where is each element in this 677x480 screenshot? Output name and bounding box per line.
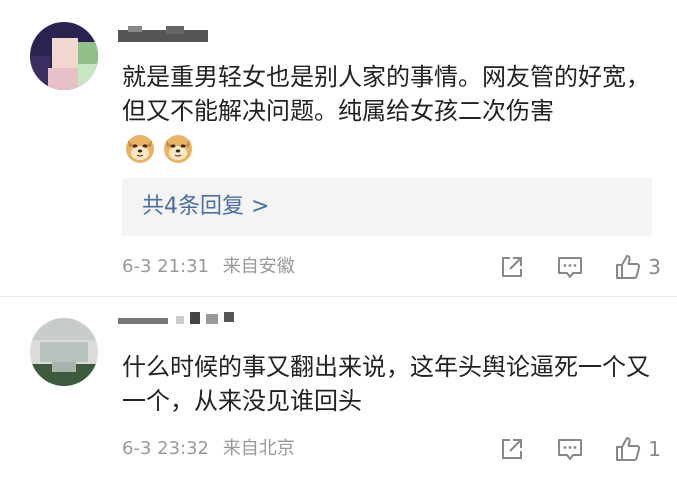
share-icon xyxy=(502,257,523,277)
like-count: 3 xyxy=(648,255,661,279)
doge-icon xyxy=(162,132,194,164)
comment-actions: 1 xyxy=(468,432,661,466)
view-replies-link[interactable]: 共4条回复 > xyxy=(142,192,269,222)
comment-date: 6-3 21:31 xyxy=(122,256,209,277)
comment-icon xyxy=(558,257,583,278)
thumbs-up-icon xyxy=(616,255,641,279)
comment-item: 就是重男轻女也是别人家的事情。网友管的好宽，但又不能解决问题。纯属给女孩二次伤害 xyxy=(0,0,677,300)
reply-button[interactable] xyxy=(556,253,584,281)
share-button[interactable] xyxy=(498,435,526,463)
comment-source: 来自安徽 xyxy=(222,256,295,277)
comment-actions: 3 xyxy=(468,250,661,284)
thumbs-up-icon xyxy=(616,437,641,461)
doge-icon xyxy=(124,132,156,164)
like-button[interactable]: 3 xyxy=(614,253,661,281)
comment-text: 什么时候的事又翻出来说，这年头舆论逼死一个又一个，从来没见谁回头 xyxy=(122,353,650,415)
emoji-row xyxy=(124,132,200,170)
username-blurred[interactable] xyxy=(118,308,238,326)
comment-text: 就是重男轻女也是别人家的事情。网友管的好宽，但又不能解决问题。纯属给女孩二次伤害 xyxy=(122,63,650,125)
like-count: 1 xyxy=(648,437,661,461)
share-icon xyxy=(502,439,523,459)
comment-date: 6-3 23:32 xyxy=(122,438,209,459)
share-button[interactable] xyxy=(498,253,526,281)
comment-icon xyxy=(558,439,583,460)
comment-item: 什么时候的事又翻出来说，这年头舆论逼死一个又一个，从来没见谁回头 6-3 23:… xyxy=(0,300,677,480)
avatar[interactable] xyxy=(30,318,98,386)
like-button[interactable]: 1 xyxy=(614,435,661,463)
username-blurred[interactable] xyxy=(118,24,238,42)
avatar[interactable] xyxy=(30,22,98,90)
comment-source: 来自北京 xyxy=(222,438,295,459)
comment-meta: 6-3 21:31 来自安徽 xyxy=(122,255,303,279)
replies-box[interactable]: 共4条回复 > xyxy=(122,178,652,236)
divider xyxy=(0,296,677,297)
reply-button[interactable] xyxy=(556,435,584,463)
comment-meta: 6-3 23:32 来自北京 xyxy=(122,437,303,461)
